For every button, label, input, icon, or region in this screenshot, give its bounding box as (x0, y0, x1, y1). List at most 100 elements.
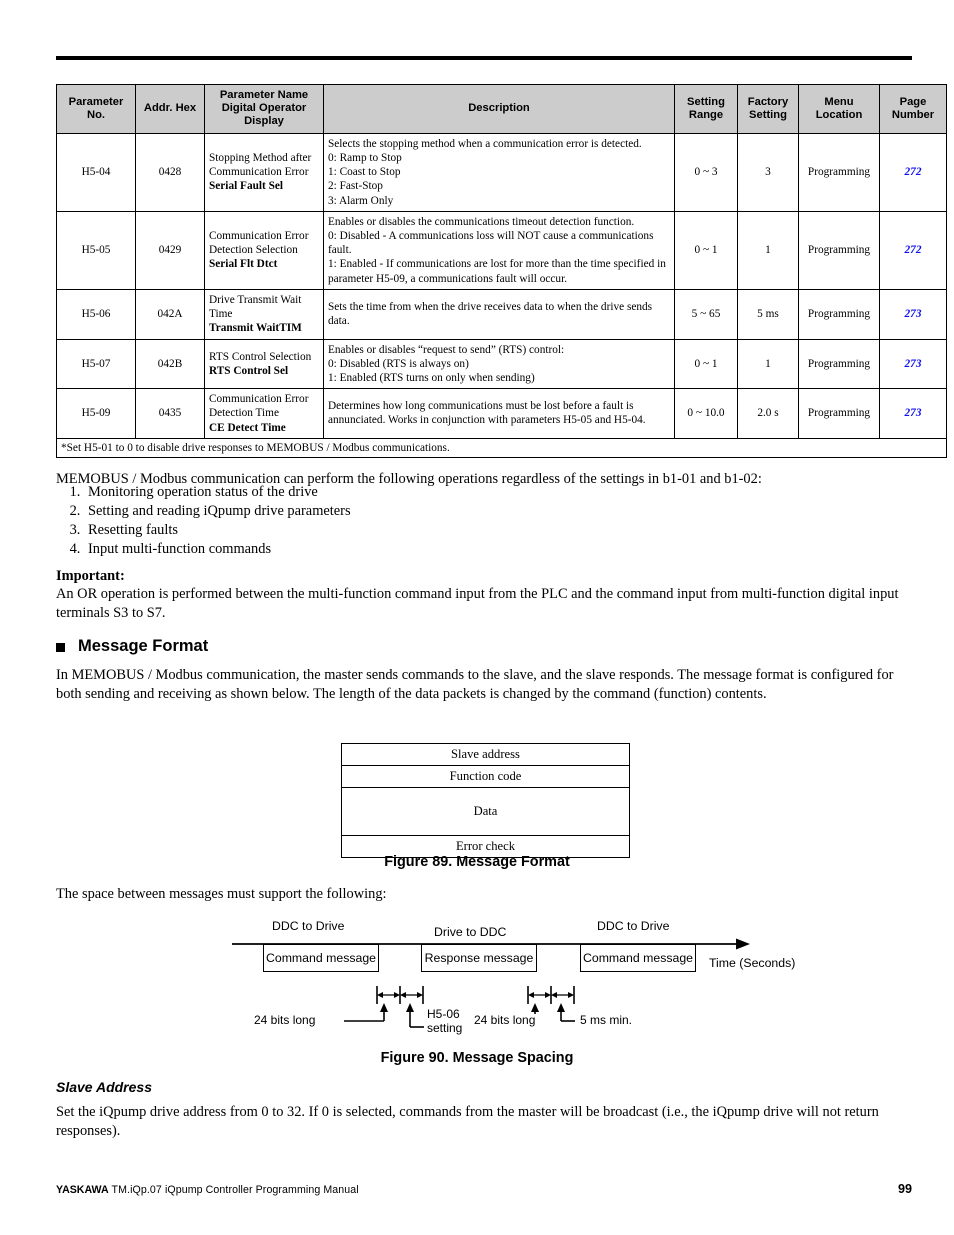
cell-description: Determines how long communications must … (323, 388, 675, 439)
cell-factory-setting: 1 (737, 338, 799, 390)
cell-addr-hex: 042A (135, 288, 205, 340)
message-field-slave-address: Slave address (342, 744, 629, 766)
cell-parameter-name: Stopping Method after Communication Erro… (204, 132, 324, 212)
parameter-name-plain: RTS Control Selection (209, 350, 312, 363)
important-paragraph: An OR operation is performed between the… (56, 586, 899, 622)
col-header-factory-setting-line2: Setting (749, 108, 787, 121)
operations-list: Monitoring operation status of the drive… (56, 485, 684, 561)
message-field-data: Data (342, 788, 629, 836)
footer-page-number: 99 (897, 1182, 912, 1196)
table-header-row: Parameter No. Addr. Hex Parameter Name D… (56, 84, 947, 134)
cell-setting-range: 0 ~ 1 (674, 210, 738, 290)
cell-menu-location: Programming (798, 388, 880, 439)
parameter-name-display: CE Detect Time (209, 421, 286, 434)
col-header-menu-location: Menu Location (798, 84, 880, 134)
table-body: H5-04 0428 Stopping Method after Communi… (56, 132, 947, 458)
col-header-parameter-no: Parameter No. (56, 84, 136, 134)
table-row: H5-09 0435 Communication Error Detection… (56, 388, 947, 439)
table-row: H5-07 042B RTS Control Selection RTS Con… (56, 338, 947, 390)
parameter-name-plain: Communication Error Detection Time (209, 393, 309, 420)
message-field-function-code: Function code (342, 766, 629, 788)
col-header-description: Description (323, 84, 675, 134)
col-header-parameter-name-line2: Digital Operator (221, 102, 307, 115)
col-header-setting-range-line2: Range (688, 108, 724, 121)
parameter-name-plain: Drive Transmit Wait Time (209, 293, 302, 321)
annotation-h506-setting: H5-06 setting (427, 1007, 463, 1036)
parameter-name-display: RTS Control Sel (209, 364, 289, 377)
cell-description: Enables or disables the communications t… (323, 210, 675, 290)
figure-89-caption: Figure 89. Message Format (384, 854, 570, 870)
cell-factory-setting: 5 ms (737, 288, 799, 340)
parameter-name-display: Serial Flt Dtct (209, 258, 278, 271)
col-header-parameter-name-line3: Display (244, 115, 284, 128)
cell-parameter-no: H5-04 (56, 132, 136, 212)
page-number-link[interactable]: 273 (905, 407, 922, 419)
col-header-addr-hex: Addr. Hex (135, 84, 205, 134)
cell-setting-range: 0 ~ 1 (674, 338, 738, 390)
square-bullet-icon (56, 643, 65, 652)
annotation-h506-line1: H5-06 (427, 1007, 460, 1021)
cell-description: Sets the time from when the drive receiv… (323, 288, 675, 340)
table-footnote: *Set H5-01 to 0 to disable drive respons… (56, 437, 947, 458)
cell-parameter-no: H5-06 (56, 288, 136, 340)
list-item: Monitoring operation status of the drive (84, 485, 684, 500)
annotation-ms-min: 5 ms min. (580, 1013, 633, 1027)
cell-setting-range: 0 ~ 10.0 (674, 388, 738, 439)
parameter-name-display: Serial Fault Sel (209, 180, 284, 193)
col-header-setting-range-line1: Setting (687, 95, 725, 108)
col-header-parameter-name: Parameter Name Digital Operator Display (204, 84, 324, 134)
cell-page-number: 273 (879, 288, 947, 340)
cell-parameter-no: H5-09 (56, 388, 136, 439)
list-item: Input multi-function commands (84, 541, 684, 556)
cell-factory-setting: 3 (737, 132, 799, 212)
annotation-bits-left: 24 bits long (254, 1013, 316, 1027)
parameter-name-display: Transmit WaitTIM (209, 322, 302, 335)
message-format-paragraph: In MEMOBUS / Modbus communication, the m… (56, 667, 894, 703)
important-heading: Important: (56, 568, 125, 584)
cell-page-number: 273 (879, 388, 947, 439)
cell-menu-location: Programming (798, 132, 880, 212)
cell-parameter-name: Communication Error Detection Time CE De… (204, 388, 324, 439)
footer-left: YASKAWA TM.iQp.07 iQpump Controller Prog… (56, 1184, 359, 1196)
slave-address-paragraph: Set the iQpump drive address from 0 to 3… (56, 1104, 879, 1140)
col-header-factory-setting-line1: Factory (747, 95, 789, 108)
cell-menu-location: Programming (798, 338, 880, 390)
cell-description: Selects the stopping method when a commu… (323, 132, 675, 212)
page-number-link[interactable]: 273 (905, 358, 922, 370)
table-row: H5-05 0429 Communication Error Detection… (56, 210, 947, 290)
cell-description: Enables or disables “request to send” (R… (323, 338, 675, 390)
cell-factory-setting: 1 (737, 210, 799, 290)
message-spacing-intro: The space between messages must support … (56, 886, 387, 902)
parameter-name-plain: Stopping Method after Communication Erro… (209, 151, 312, 179)
cell-parameter-name: Drive Transmit Wait Time Transmit WaitTI… (204, 288, 324, 340)
cell-addr-hex: 0428 (135, 132, 205, 212)
cell-menu-location: Programming (798, 210, 880, 290)
figure-90-caption: Figure 90. Message Spacing (380, 1050, 574, 1066)
table-row: H5-04 0428 Stopping Method after Communi… (56, 132, 947, 212)
page-number-link[interactable]: 272 (905, 166, 922, 178)
cell-setting-range: 5 ~ 65 (674, 288, 738, 340)
message-format-diagram: Slave address Function code Data Error c… (341, 743, 630, 858)
cell-addr-hex: 0435 (135, 388, 205, 439)
page-number-link[interactable]: 273 (905, 308, 922, 320)
col-header-factory-setting: Factory Setting (737, 84, 799, 134)
col-header-setting-range: Setting Range (674, 84, 738, 134)
col-header-parameter-no-line2: No. (86, 108, 106, 121)
table-row: H5-06 042A Drive Transmit Wait Time Tran… (56, 288, 947, 340)
section-heading-label: Message Format (78, 637, 209, 655)
list-item: Resetting faults (84, 522, 684, 537)
cell-parameter-no: H5-05 (56, 210, 136, 290)
annotation-bits-right: 24 bits long (474, 1013, 538, 1028)
cell-parameter-name: RTS Control Selection RTS Control Sel (204, 338, 324, 390)
cell-page-number: 272 (879, 210, 947, 290)
col-header-page-number: Page Number (879, 84, 947, 134)
col-header-parameter-name-line1: Parameter Name (219, 89, 309, 101)
message-spacing-diagram: DDC to Drive Drive to DDC DDC to Drive C… (0, 905, 954, 1040)
manual-page: Parameter No. Addr. Hex Parameter Name D… (0, 0, 954, 1235)
section-heading-message-format: Message Format (56, 637, 208, 656)
page-number-link[interactable]: 272 (905, 244, 922, 256)
table-footnote-row: *Set H5-01 to 0 to disable drive respons… (56, 437, 947, 458)
cell-parameter-no: H5-07 (56, 338, 136, 390)
cell-addr-hex: 042B (135, 338, 205, 390)
annotation-h506-line2: setting (427, 1020, 463, 1035)
